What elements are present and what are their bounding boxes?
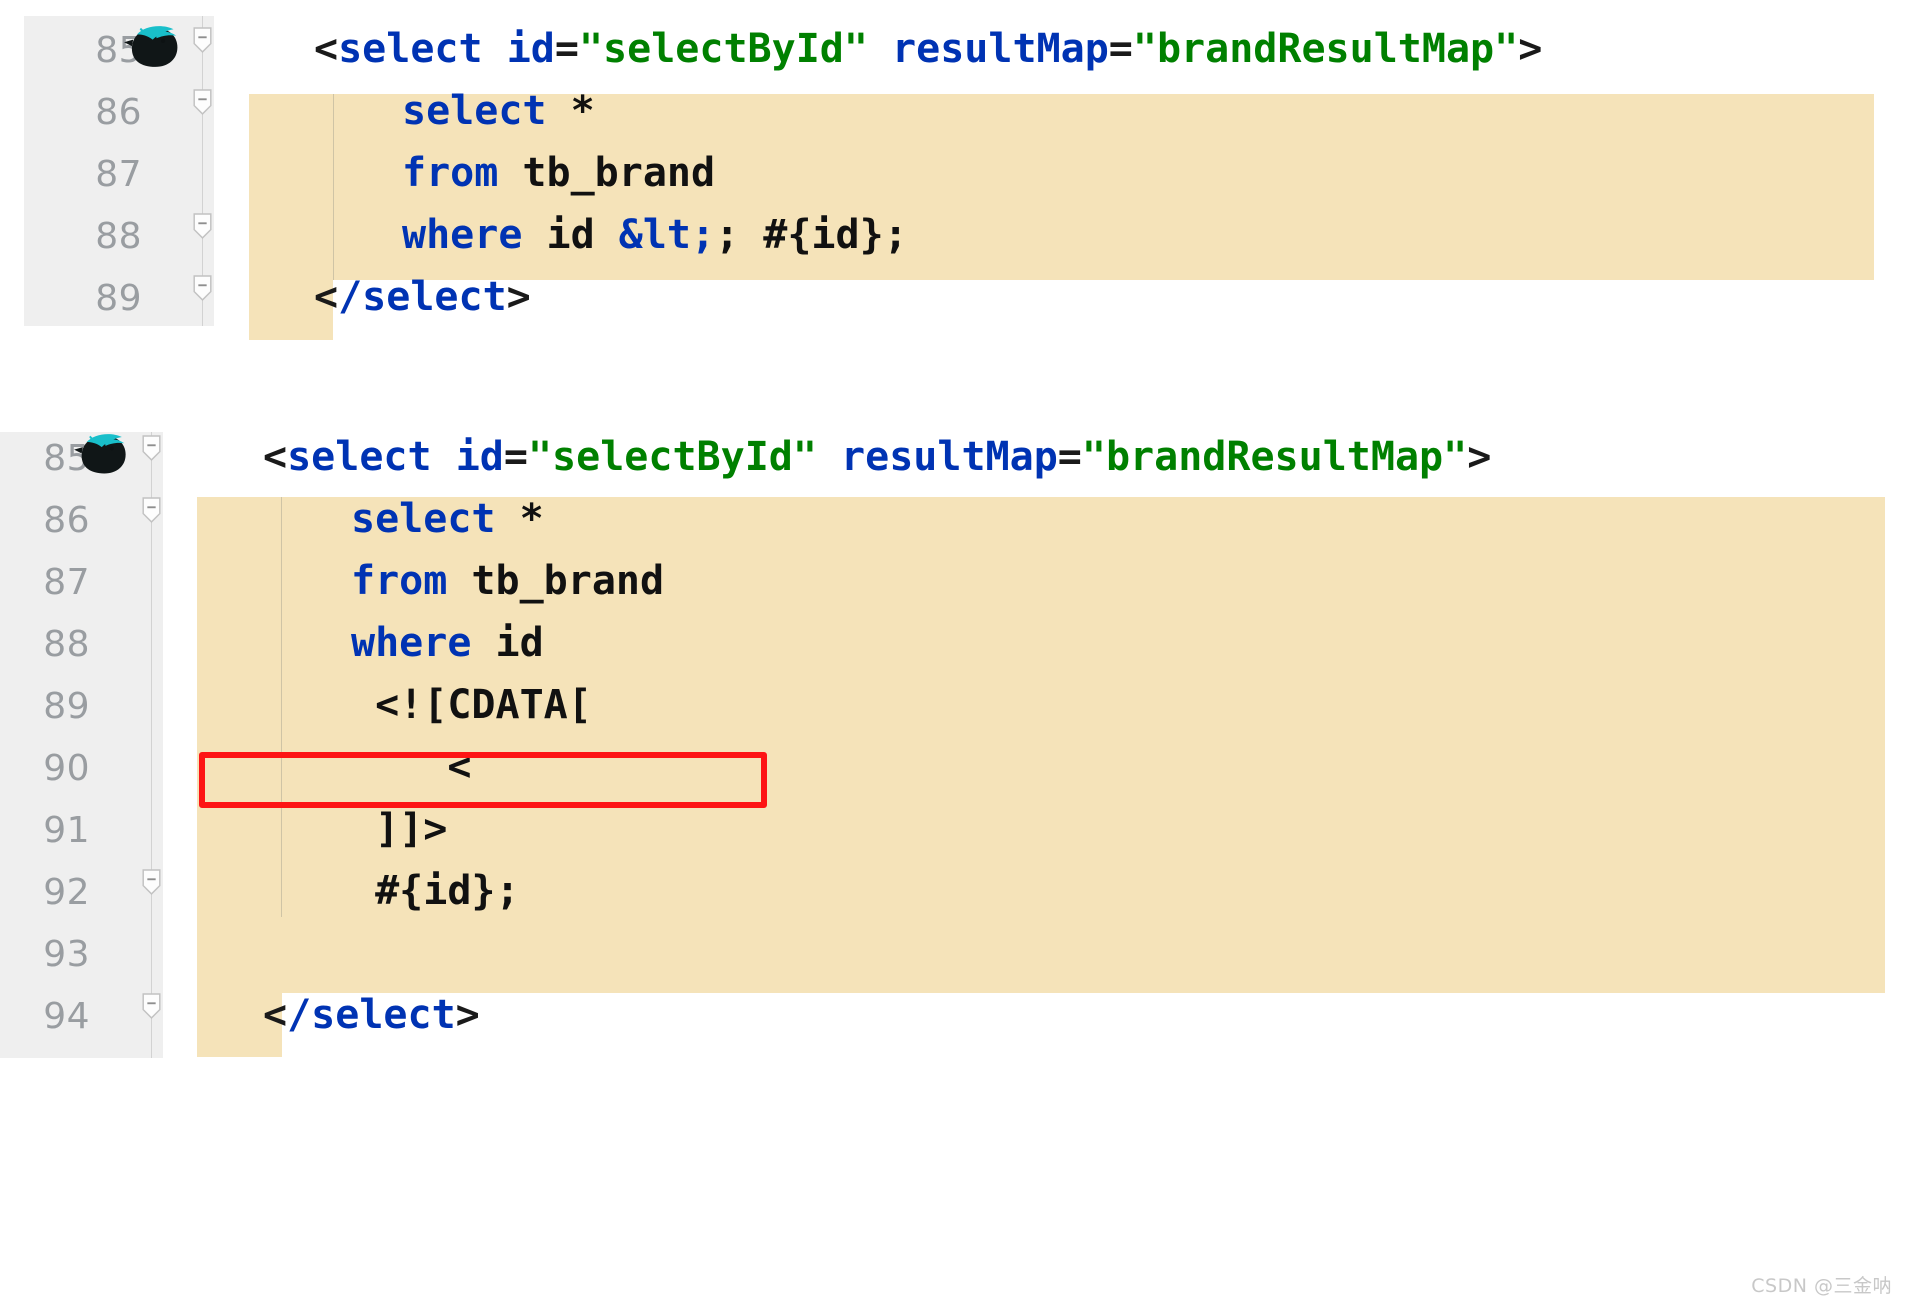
code-token: > xyxy=(506,274,531,320)
fold-collapse-icon[interactable] xyxy=(141,993,162,1024)
fold-collapse-icon[interactable] xyxy=(141,497,162,528)
line-number: 86 xyxy=(95,92,142,133)
code-text[interactable]: select * xyxy=(351,496,544,542)
line-number: 86 xyxy=(43,500,90,541)
fold-collapse-icon[interactable] xyxy=(192,89,213,120)
code-token: "brandResultMap" xyxy=(1081,434,1468,480)
csdn-watermark: CSDN @三金呐 xyxy=(1751,1275,1892,1297)
line-number: 92 xyxy=(43,872,90,913)
code-line[interactable]: 86 select * xyxy=(0,490,1906,552)
code-editor-block-top[interactable]: 85 <select id="selectById" resultMap="bra… xyxy=(24,16,1906,340)
code-token: ; #{id}; xyxy=(715,212,908,258)
code-line[interactable]: 88 where id &lt;; #{id}; xyxy=(24,206,1906,268)
code-text[interactable]: select * xyxy=(402,88,595,134)
code-token: id xyxy=(455,434,504,480)
code-line[interactable]: 87 from tb_brand xyxy=(0,552,1906,614)
code-token: from xyxy=(351,558,448,604)
annotation-red-box xyxy=(199,752,767,808)
mybatis-bird-icon[interactable] xyxy=(124,24,184,75)
code-line[interactable]: 94 </select> xyxy=(0,986,1906,1048)
code-token: ]]> xyxy=(351,806,448,852)
code-token: &lt; xyxy=(618,212,716,258)
code-text[interactable]: #{id}; xyxy=(351,868,520,914)
fold-collapse-icon[interactable] xyxy=(192,275,213,306)
code-text[interactable]: <select id="selectById" resultMap="brand… xyxy=(314,26,1542,72)
code-token: resultMap xyxy=(841,434,1058,480)
code-text[interactable]: <select id="selectById" resultMap="brand… xyxy=(263,434,1491,480)
fold-collapse-icon[interactable] xyxy=(192,27,213,58)
code-token: select xyxy=(338,26,483,72)
code-token: "selectById" xyxy=(578,26,868,72)
code-token: select xyxy=(402,88,547,134)
code-token: < xyxy=(263,992,288,1038)
line-number: 87 xyxy=(95,154,142,195)
code-line[interactable]: 92 #{id}; xyxy=(0,862,1906,924)
code-text[interactable]: where id xyxy=(351,620,544,666)
code-line[interactable]: 86 select * xyxy=(24,82,1906,144)
fold-collapse-icon[interactable] xyxy=(141,435,162,466)
code-token: from xyxy=(402,150,499,196)
code-line[interactable]: 89 </select> xyxy=(24,268,1906,330)
code-token: * xyxy=(495,496,544,542)
line-number: 94 xyxy=(43,996,90,1037)
code-token: where xyxy=(402,212,523,258)
code-text[interactable]: </select> xyxy=(314,274,531,320)
code-token: = xyxy=(503,434,528,480)
code-token: /select xyxy=(287,992,456,1038)
code-token: resultMap xyxy=(892,26,1109,72)
code-token: = xyxy=(554,26,579,72)
code-token: > xyxy=(1518,26,1543,72)
code-line[interactable]: 87 from tb_brand xyxy=(24,144,1906,206)
code-token: > xyxy=(455,992,480,1038)
mybatis-bird-icon[interactable] xyxy=(74,432,132,481)
line-number: 88 xyxy=(43,624,90,665)
code-token: < xyxy=(314,26,339,72)
code-token: * xyxy=(546,88,595,134)
code-text[interactable]: </select> xyxy=(263,992,480,1038)
code-token: = xyxy=(1057,434,1082,480)
code-token: "selectById" xyxy=(527,434,817,480)
code-line[interactable]: 91 ]]> xyxy=(0,800,1906,862)
code-token: <![CDATA[ xyxy=(351,682,592,728)
line-number: 87 xyxy=(43,562,90,603)
code-text[interactable]: from tb_brand xyxy=(402,150,715,196)
code-token: > xyxy=(1467,434,1492,480)
code-token: = xyxy=(1108,26,1133,72)
code-token: id xyxy=(471,620,544,666)
code-token: /select xyxy=(338,274,507,320)
code-line[interactable]: 85 <select id="selectById" resultMap="bra… xyxy=(0,428,1906,490)
code-token: id xyxy=(522,212,619,258)
code-text[interactable]: from tb_brand xyxy=(351,558,664,604)
code-token: < xyxy=(314,274,339,320)
code-token: id xyxy=(506,26,555,72)
code-text[interactable]: where id &lt;; #{id}; xyxy=(402,212,908,258)
line-number: 89 xyxy=(43,686,90,727)
code-line[interactable]: 88 where id xyxy=(0,614,1906,676)
code-line[interactable]: 93 xyxy=(0,924,1906,986)
code-token: where xyxy=(351,620,472,666)
code-line[interactable]: 85 <select id="selectById" resultMap="bra… xyxy=(24,20,1906,82)
code-editor-block-bottom[interactable]: 85 <select id="selectById" resultMap="bra… xyxy=(0,432,1906,1058)
line-number: 93 xyxy=(43,934,90,975)
line-number: 91 xyxy=(43,810,90,851)
line-number: 89 xyxy=(95,278,142,319)
fold-collapse-icon[interactable] xyxy=(141,869,162,900)
code-line[interactable]: 89 <![CDATA[ xyxy=(0,676,1906,738)
code-token: "brandResultMap" xyxy=(1132,26,1519,72)
code-text[interactable]: <![CDATA[ xyxy=(351,682,592,728)
code-token: select xyxy=(351,496,496,542)
code-token: select xyxy=(287,434,432,480)
fold-collapse-icon[interactable] xyxy=(192,213,213,244)
code-token: tb_brand xyxy=(447,558,665,604)
code-token: tb_brand xyxy=(498,150,716,196)
code-text[interactable]: ]]> xyxy=(351,806,447,852)
code-token: < xyxy=(263,434,288,480)
line-number: 90 xyxy=(43,748,90,789)
line-number: 88 xyxy=(95,216,142,257)
code-token: #{id}; xyxy=(351,868,520,914)
